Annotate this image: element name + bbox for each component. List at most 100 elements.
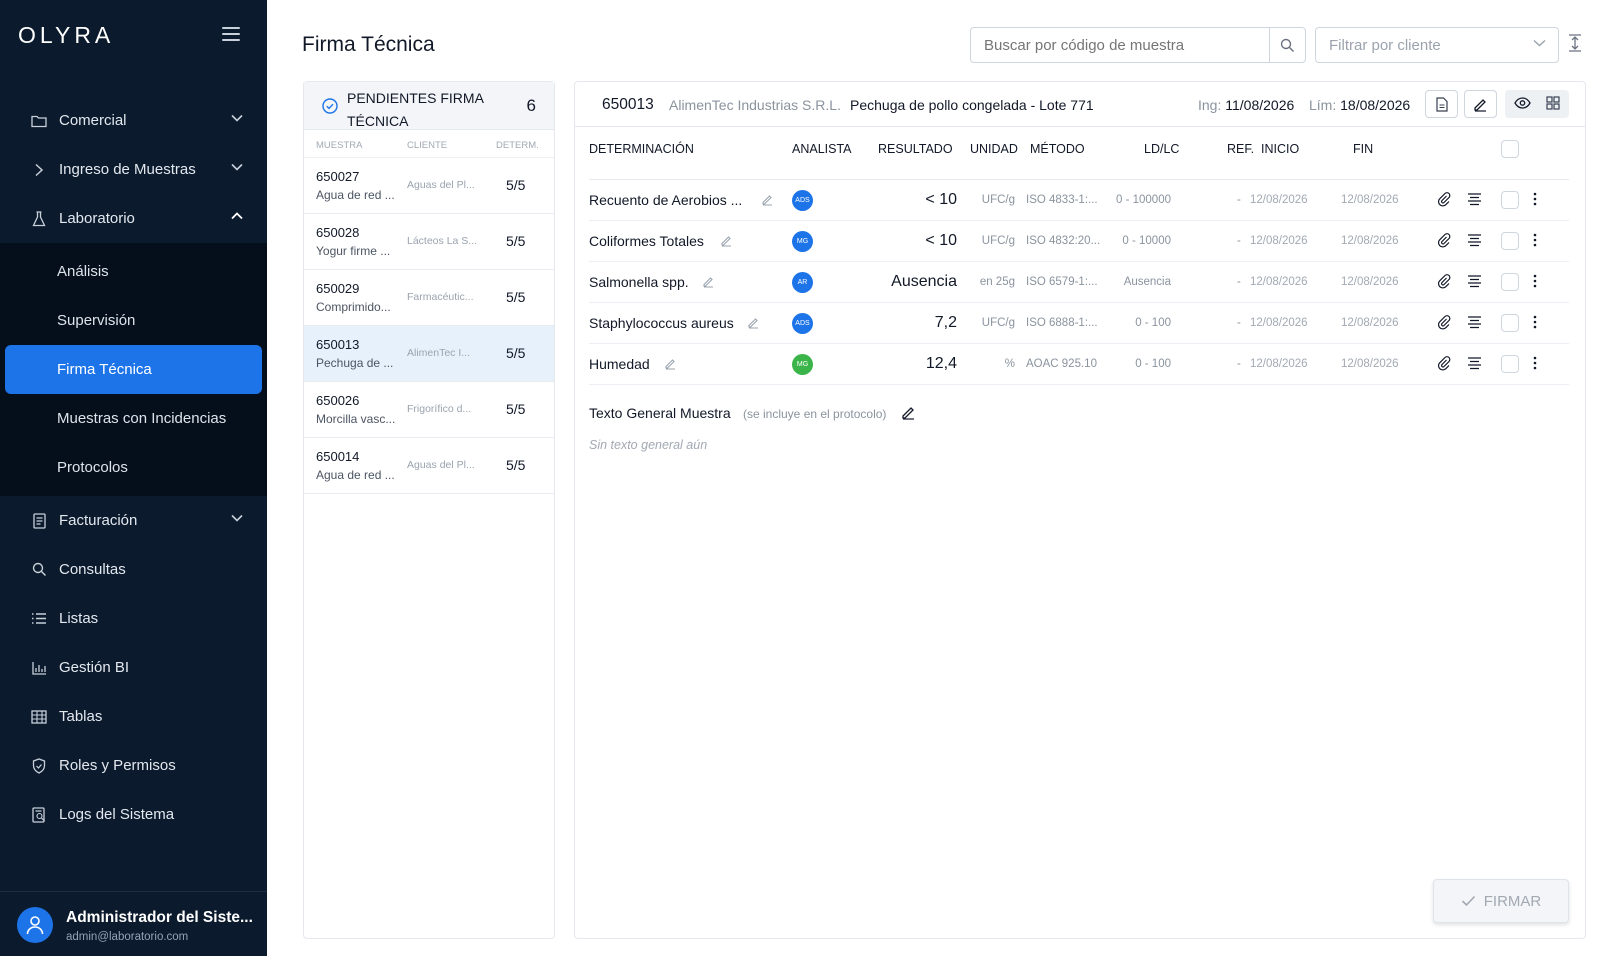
sidebar-item-facturacion[interactable]: Facturación: [0, 496, 267, 545]
attachment-icon[interactable]: [1437, 356, 1451, 376]
row-checkbox[interactable]: [1501, 314, 1519, 332]
sample-description: Pechuga de pollo congelada - Lote 771: [850, 97, 1094, 113]
sidebar-subitem-muestras-incidencias[interactable]: Muestras con Incidencias: [5, 394, 262, 443]
search-button[interactable]: [1269, 28, 1305, 62]
menu-toggle-icon[interactable]: [222, 27, 240, 41]
document-button[interactable]: [1425, 90, 1458, 118]
column-header: INICIO: [1261, 142, 1300, 156]
general-text-title: Texto General Muestra: [589, 405, 731, 421]
row-checkbox[interactable]: [1501, 273, 1519, 291]
client-filter-select[interactable]: Filtrar por cliente: [1315, 27, 1559, 63]
ldlc-value: Ausencia: [1123, 276, 1171, 288]
sidebar-item-logs-sistema[interactable]: Logs del Sistema: [0, 790, 267, 839]
method-value: AOAC 925.10: [1026, 358, 1097, 370]
user-profile[interactable]: Administrador del Siste... admin@laborat…: [0, 891, 267, 956]
laboratorio-submenu: Análisis Supervisión Firma Técnica Muest…: [0, 243, 267, 496]
edit-pencil-icon[interactable]: [702, 275, 715, 293]
sample-client: AlimenTec I...: [407, 347, 471, 359]
sidebar-item-tablas[interactable]: Tablas: [0, 692, 267, 741]
sample-determinations: 5/5: [506, 177, 526, 193]
edit-pencil-icon[interactable]: [664, 357, 677, 375]
view-toggle: [1505, 90, 1569, 118]
sidebar-item-label: Consultas: [59, 561, 126, 578]
row-checkbox[interactable]: [1501, 355, 1519, 373]
search-icon: [1280, 38, 1295, 52]
sample-code: 650014: [316, 449, 360, 464]
determination-name: Humedad: [589, 356, 650, 372]
limit-date: Lím: 18/08/2026: [1309, 97, 1411, 113]
determination-row[interactable]: Recuento de Aerobios ... ADS < 10 UFC/g ISO …: [589, 180, 1569, 221]
pending-row[interactable]: 650029 Comprimido... Farmacéutic... 5/5: [304, 270, 554, 326]
sidebar-item-listas[interactable]: Listas: [0, 594, 267, 643]
sample-determinations: 5/5: [506, 289, 526, 305]
collapse-panel-icon[interactable]: [1568, 34, 1582, 52]
analyst-avatar: ADS: [792, 313, 813, 334]
pending-row[interactable]: 650028 Yogur firme ... Lácteos La S... 5…: [304, 214, 554, 270]
row-checkbox[interactable]: [1501, 232, 1519, 250]
column-header: MÉTODO: [1030, 142, 1085, 156]
pending-row[interactable]: 650027 Agua de red ... Aguas del Pl... 5…: [304, 158, 554, 214]
edit-pencil-icon[interactable]: [747, 316, 760, 334]
sidebar-subitem-analisis[interactable]: Análisis: [5, 247, 262, 296]
sidebar-item-label: Gestión BI: [59, 659, 130, 676]
document-icon: [1435, 96, 1448, 112]
notes-lines-icon[interactable]: [1467, 274, 1482, 293]
pending-row[interactable]: 650014 Agua de red ... Aguas del Pl... 5…: [304, 438, 554, 494]
attachment-icon[interactable]: [1437, 192, 1451, 212]
column-header: MUESTRA: [316, 140, 363, 151]
ref-value: -: [1237, 317, 1241, 329]
notes-lines-icon[interactable]: [1467, 192, 1482, 211]
sidebar-subitem-firma-tecnica[interactable]: Firma Técnica: [5, 345, 262, 394]
edit-pencil-icon[interactable]: [761, 193, 774, 211]
sidebar-item-roles-permisos[interactable]: Roles y Permisos: [0, 741, 267, 790]
more-options-icon[interactable]: [1533, 192, 1537, 211]
folder-icon: [30, 112, 48, 130]
analyst-avatar: MG: [792, 354, 813, 375]
row-checkbox[interactable]: [1501, 191, 1519, 209]
check-icon: [1461, 895, 1475, 907]
pending-row-selected[interactable]: 650013 Pechuga de ... AlimenTec I... 5/5: [304, 326, 554, 382]
pending-row[interactable]: 650026 Morcilla vasc... Frigorífico d...…: [304, 382, 554, 438]
select-all-checkbox[interactable]: [1501, 140, 1519, 158]
search-box: [970, 27, 1306, 63]
page-title: Firma Técnica: [302, 33, 435, 56]
determination-name: Salmonella spp.: [589, 274, 689, 290]
sidebar-subitem-supervision[interactable]: Supervisión: [5, 296, 262, 345]
more-options-icon[interactable]: [1533, 315, 1537, 334]
more-options-icon[interactable]: [1533, 356, 1537, 375]
sidebar-item-laboratorio[interactable]: Laboratorio: [0, 194, 267, 243]
determinations-table-header: DETERMINACIÓN ANALISTA RESULTADO UNIDAD …: [589, 140, 1569, 172]
attachment-icon[interactable]: [1437, 274, 1451, 294]
unit-value: UFC/g: [981, 317, 1015, 329]
sign-button[interactable]: FIRMAR: [1433, 879, 1569, 923]
sidebar-item-ingreso-muestras[interactable]: Ingreso de Muestras: [0, 145, 267, 194]
pending-list-panel: PENDIENTES FIRMA TÉCNICA 6 MUESTRA CLIEN…: [303, 81, 555, 939]
determination-row[interactable]: Humedad MG 12,4% AOAC 925.10 0 - 100-12/08/2…: [589, 344, 1569, 385]
more-options-icon[interactable]: [1533, 233, 1537, 252]
attachment-icon[interactable]: [1437, 315, 1451, 335]
sidebar-item-gestion-bi[interactable]: Gestión BI: [0, 643, 267, 692]
ldlc-value: 0 - 10000: [1122, 235, 1171, 247]
start-date: 12/08/2026: [1250, 235, 1308, 247]
determination-row[interactable]: Coliformes Totales MG < 10 UFC/g ISO 4832:20…: [589, 221, 1569, 262]
sidebar-item-comercial[interactable]: Comercial: [0, 96, 267, 145]
sidebar-subitem-protocolos[interactable]: Protocolos: [5, 443, 262, 492]
chevron-down-icon: [1533, 39, 1546, 47]
determination-row[interactable]: Staphylococcus aureus ADS 7,2 UFC/g ISO 6888…: [589, 303, 1569, 344]
notes-lines-icon[interactable]: [1467, 356, 1482, 375]
search-input[interactable]: [971, 28, 1268, 62]
attachment-icon[interactable]: [1437, 233, 1451, 253]
column-header: FIN: [1353, 142, 1374, 156]
sidebar-item-consultas[interactable]: Consultas: [0, 545, 267, 594]
determination-row[interactable]: Salmonella spp. AR Ausencia en 25g ISO 6579-…: [589, 262, 1569, 303]
eye-icon[interactable]: [1514, 96, 1531, 110]
ldlc-value: 0 - 100000: [1116, 194, 1171, 206]
notes-lines-icon[interactable]: [1467, 233, 1482, 252]
grid-icon[interactable]: [1546, 96, 1560, 110]
sample-client: Frigorífico d...: [407, 403, 472, 415]
more-options-icon[interactable]: [1533, 274, 1537, 293]
edit-pencil-icon[interactable]: [720, 234, 733, 252]
edit-general-text-icon[interactable]: [901, 405, 916, 420]
notes-lines-icon[interactable]: [1467, 315, 1482, 334]
edit-button[interactable]: [1464, 90, 1497, 118]
